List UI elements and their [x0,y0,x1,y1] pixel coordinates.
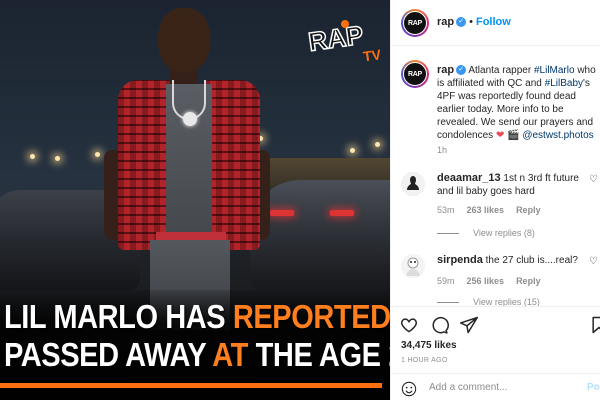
headline-banner: LIL MARLO HAS REPORTEDLY PASSED AWAY AT … [0,290,390,400]
caption-verified-badge-icon: ✓ [456,65,467,76]
comment-icon[interactable] [429,315,449,335]
comment-meta: 53m 263 likes Reply [437,205,541,215]
share-icon[interactable] [459,315,479,335]
avatar-logo-text: RAP [408,19,422,27]
comment-username[interactable]: deaamar_13 [437,172,501,184]
comment-like-heart-icon[interactable]: ♡ [589,256,598,267]
post-timestamp: 1 HOUR AGO [401,357,448,364]
reply-button[interactable]: Reply [516,276,541,286]
headline-line-1: LIL MARLO HAS REPORTEDLY [4,298,390,335]
post-actions: 34,475 likes 1 HOUR AGO Add a comment...… [391,306,600,400]
person-photo [100,0,270,330]
reply-button[interactable]: Reply [516,205,541,215]
hashtag-lilbaby[interactable]: #LilBaby [545,78,583,89]
post-image[interactable]: RAP TV LIL MARLO HAS REPORTEDLY PASSED A… [0,0,390,400]
svg-text:RAP: RAP [307,20,366,57]
follow-button[interactable]: Follow [476,16,511,28]
police-car [250,180,390,290]
comment-text: the 27 club is....real? [485,255,578,266]
view-replies-button[interactable]: View replies (8) [437,228,535,238]
commenter-avatar[interactable] [401,172,425,196]
comment-username[interactable]: sirpenda [437,254,483,266]
chain-pendant [183,112,197,126]
caption-timestamp: 1h [437,145,448,155]
headline-line-2: PASSED AWAY AT THE AGE 27 [4,336,390,373]
hashtag-lilmarlo[interactable]: #LilMarlo [534,65,575,76]
likes-count[interactable]: 34,475 likes [401,340,457,351]
post-header: RAP rap ✓ • Follow [391,0,600,46]
heart-icon[interactable] [399,315,419,335]
caption-avatar-logo-text: RAP [408,70,422,78]
caption-avatar[interactable]: RAP [401,60,429,88]
header-separator: • [469,16,473,28]
svg-text:TV: TV [362,46,383,64]
post-sidebar: RAP rap ✓ • Follow RAP rap ✓ Atlanta rapper … [390,0,600,400]
mention-estwst-photos[interactable]: @estwst.photos [522,130,593,141]
post-comment-button[interactable]: Po [587,382,600,393]
bookmark-icon[interactable] [589,315,600,335]
verified-badge-icon: ✓ [456,17,467,28]
add-comment-bar: Add a comment... Po [391,373,600,400]
caption-text: rap ✓ Atlanta rapper #LilMarlo who is aff… [437,64,596,141]
headline-accent-bar [0,383,382,388]
header-username[interactable]: rap [437,16,454,28]
comment-meta: 59m 256 likes Reply [437,276,541,286]
rap-tv-watermark-logo: RAP TV [306,19,383,65]
comment-likes[interactable]: 256 likes [467,276,505,286]
caption-username[interactable]: rap [437,64,454,76]
commenter-avatar[interactable] [401,254,425,278]
avatar[interactable]: RAP [401,9,429,37]
comment-input[interactable]: Add a comment... [429,382,507,393]
comment-like-heart-icon[interactable]: ♡ [589,174,598,185]
smiley-icon[interactable] [401,381,417,397]
comment-likes[interactable]: 263 likes [467,205,505,215]
